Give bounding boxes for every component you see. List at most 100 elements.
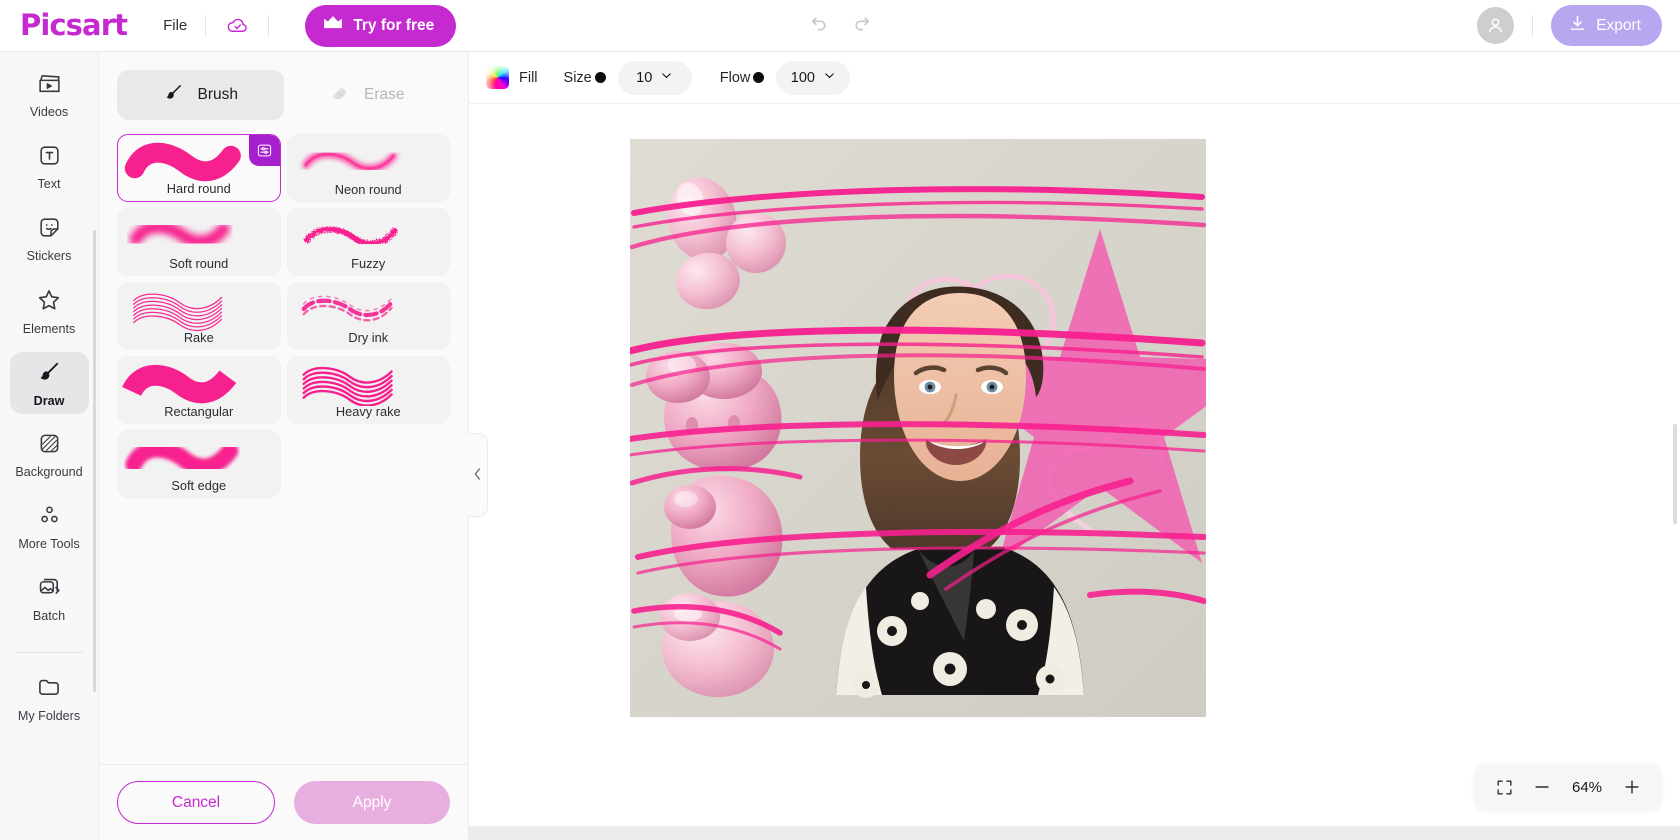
- panel-footer: Cancel Apply: [99, 764, 468, 840]
- stacked-photos-icon: [37, 575, 62, 605]
- sidebar-item-label: Elements: [22, 321, 76, 336]
- sidebar-item-background[interactable]: Background: [10, 424, 89, 486]
- download-icon: [1567, 13, 1588, 39]
- brush-card-soft-edge[interactable]: Soft edge: [117, 430, 281, 498]
- redo-arrow-icon[interactable]: [851, 13, 877, 39]
- grid-dots-icon: [37, 503, 62, 533]
- sidebar-item-label: Batch: [32, 609, 66, 624]
- size-value-dropdown[interactable]: 10: [617, 60, 692, 95]
- brush-name: Rectangular: [164, 404, 234, 420]
- brush-stroke-preview: [129, 220, 230, 248]
- cloud-saved-icon[interactable]: [224, 13, 250, 39]
- flow-value-dropdown[interactable]: 100: [776, 60, 851, 95]
- header-divider-1: [205, 14, 207, 37]
- brush-card-neon-round[interactable]: Neon round: [286, 134, 450, 202]
- sidebar-item-label: Background: [15, 465, 83, 480]
- eraser-icon: [329, 82, 350, 108]
- chevron-down-icon: [823, 69, 836, 86]
- sidebar-item-videos[interactable]: Videos: [10, 64, 89, 126]
- brush-stroke-preview: [133, 293, 223, 332]
- brush-card-dry-ink[interactable]: Dry ink: [286, 282, 450, 350]
- brush-name: Rake: [183, 330, 214, 346]
- brush-preset-grid: Hard round Neon round Soft round Fuzzy R…: [99, 120, 468, 764]
- brush-settings-icon[interactable]: [248, 135, 280, 166]
- brush-stroke-preview: [122, 364, 237, 404]
- rail-divider: [15, 652, 83, 653]
- sidebar-item-label: Stickers: [26, 249, 72, 264]
- brush-options-toolbar: Fill Size 10 Flow 100: [469, 52, 1680, 104]
- sidebar-item-label: Text: [37, 177, 61, 192]
- tab-brush-label: Brush: [197, 86, 239, 103]
- brush-card-hard-round[interactable]: Hard round: [117, 134, 281, 202]
- brush-stroke-preview: [302, 367, 393, 406]
- sidebar-item-more-tools[interactable]: More Tools: [10, 496, 89, 558]
- fill-label[interactable]: Fill: [519, 70, 538, 86]
- fit-to-screen-icon[interactable]: [1488, 771, 1520, 803]
- size-control-group: Size 10: [564, 60, 692, 95]
- size-preview-dot: [594, 72, 606, 83]
- picsart-logo[interactable]: Picsart: [20, 11, 128, 40]
- panel-collapse-toggle[interactable]: [467, 433, 488, 517]
- brush-card-rake[interactable]: Rake: [117, 282, 281, 350]
- zoom-in-button[interactable]: [1616, 771, 1648, 803]
- tab-erase[interactable]: Erase: [284, 70, 451, 120]
- file-menu[interactable]: File: [163, 17, 187, 34]
- folder-icon: [36, 674, 62, 705]
- brush-card-rectangular[interactable]: Rectangular: [117, 356, 281, 424]
- header-right-group: Export: [1477, 5, 1680, 46]
- clapperboard-icon: [37, 71, 62, 101]
- brush-card-soft-round[interactable]: Soft round: [117, 208, 281, 276]
- brush-stroke-preview: [301, 295, 394, 322]
- sidebar-item-draw[interactable]: Draw: [9, 352, 89, 414]
- sidebar-item-my-folders[interactable]: My Folders: [10, 667, 89, 729]
- paintbrush-icon: [163, 82, 184, 108]
- zoom-control: 64%: [1474, 764, 1662, 810]
- zoom-out-button[interactable]: [1526, 771, 1558, 803]
- chevron-down-icon: [660, 69, 673, 86]
- sidebar-item-label: More Tools: [18, 537, 80, 552]
- tab-brush[interactable]: Brush: [117, 70, 284, 120]
- user-avatar-icon[interactable]: [1477, 7, 1515, 44]
- brush-name: Dry ink: [348, 330, 389, 346]
- stage-bottom-bar: [469, 826, 1680, 840]
- brush-stroke-preview: [301, 150, 397, 172]
- flow-control-group: Flow 100: [720, 60, 851, 95]
- try-for-free-button[interactable]: Try for free: [305, 4, 457, 47]
- zoom-level-value: 64%: [1571, 778, 1603, 796]
- flow-preview-dot: [753, 72, 765, 83]
- undo-arrow-icon[interactable]: [803, 13, 829, 39]
- hatched-square-icon: [37, 431, 62, 461]
- sidebar-item-label: Draw: [33, 393, 65, 408]
- undo-redo-group: [803, 13, 877, 39]
- picsart-editor: Picsart File Try for free Export Videos …: [0, 0, 1680, 840]
- rainbow-color-swatch[interactable]: [486, 66, 509, 89]
- try-for-free-label: Try for free: [353, 16, 435, 34]
- brush-card-heavy-rake[interactable]: Heavy rake: [286, 356, 450, 424]
- sidebar-item-label: My Folders: [17, 708, 81, 723]
- app-header: Picsart File Try for free Export: [0, 0, 1680, 52]
- canvas-scrollbar[interactable]: [1673, 424, 1677, 524]
- size-value: 10: [636, 69, 653, 86]
- brush-name: Soft round: [169, 256, 229, 272]
- brush-card-fuzzy[interactable]: Fuzzy: [286, 208, 450, 276]
- header-divider-3: [1532, 14, 1534, 37]
- sidebar-item-text[interactable]: Text: [10, 136, 89, 198]
- brush-name: Soft edge: [171, 478, 227, 494]
- brush-stroke-preview: [302, 225, 397, 246]
- sidebar-item-stickers[interactable]: Stickers: [10, 208, 89, 270]
- artboard[interactable]: [630, 139, 1206, 717]
- export-button[interactable]: Export: [1551, 5, 1662, 46]
- apply-button[interactable]: Apply: [294, 781, 450, 824]
- canvas-viewport[interactable]: 64%: [469, 104, 1680, 826]
- brush-name: Heavy rake: [335, 404, 401, 420]
- tab-erase-label: Erase: [364, 86, 405, 103]
- brush-name: Neon round: [334, 182, 402, 198]
- sidebar-item-elements[interactable]: Elements: [10, 280, 89, 342]
- editor-body: Videos Text Stickers Elements Draw Backg…: [0, 52, 1680, 840]
- brush-name: Fuzzy: [351, 256, 386, 272]
- rail-scrollbar[interactable]: [93, 230, 96, 692]
- brush-stroke-preview: [125, 440, 239, 476]
- cancel-button[interactable]: Cancel: [117, 781, 275, 824]
- left-tool-rail: Videos Text Stickers Elements Draw Backg…: [0, 52, 99, 840]
- sidebar-item-batch[interactable]: Batch: [10, 568, 89, 630]
